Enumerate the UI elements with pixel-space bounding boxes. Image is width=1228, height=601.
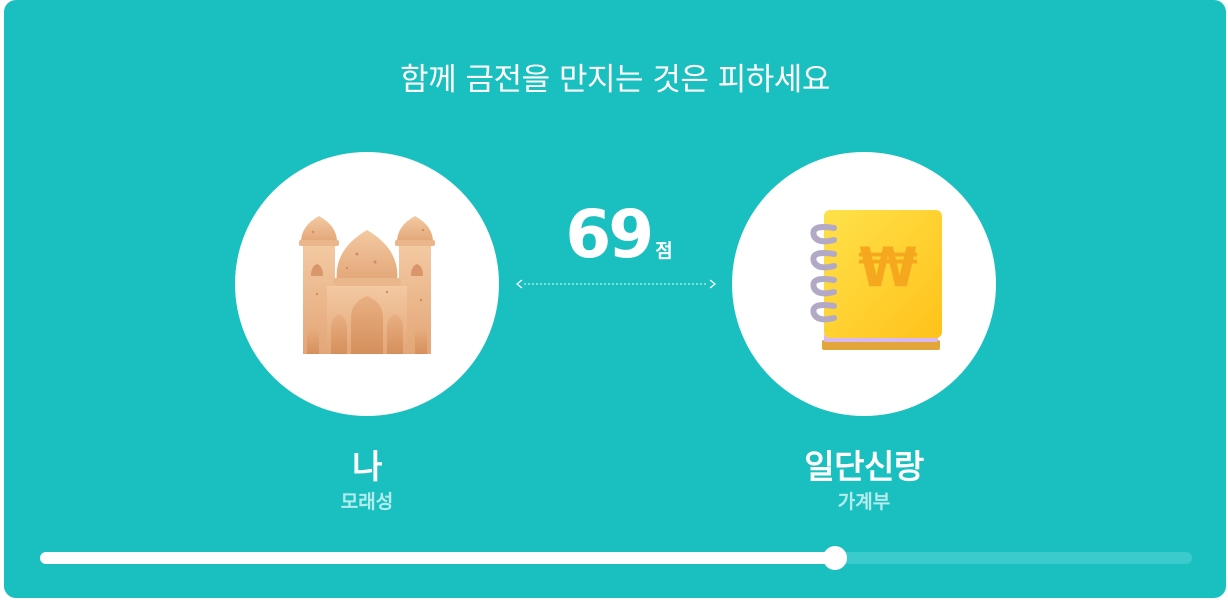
score-unit: 점 [655,240,673,262]
score-value: 69 [565,196,654,273]
slider-fill [40,552,835,564]
slider-thumb[interactable] [822,546,847,570]
right-person-name: 일단신랑 [804,447,924,486]
sandcastle-icon [299,216,435,354]
compatibility-slider[interactable] [40,546,1192,570]
connector-line [515,279,717,289]
right-avatar[interactable]: ₩ [732,152,996,416]
compatibility-score: 69 점 [544,196,694,273]
right-person-subtitle: 가계부 [837,491,891,513]
ledger-book-icon: ₩ [810,210,942,350]
left-person-name: 나 [352,447,382,486]
chevron-left-icon [515,279,523,289]
left-person-subtitle: 모래성 [340,491,394,513]
compatibility-card: 함께 금전을 만지는 것은 피하세요 ₩ 69 점 나 모래성 일단신랑 가계부 [4,0,1226,598]
headline: 함께 금전을 만지는 것은 피하세요 [400,62,830,98]
left-avatar[interactable] [235,152,499,416]
svg-text:₩: ₩ [858,236,918,299]
chevron-right-icon [709,279,717,289]
